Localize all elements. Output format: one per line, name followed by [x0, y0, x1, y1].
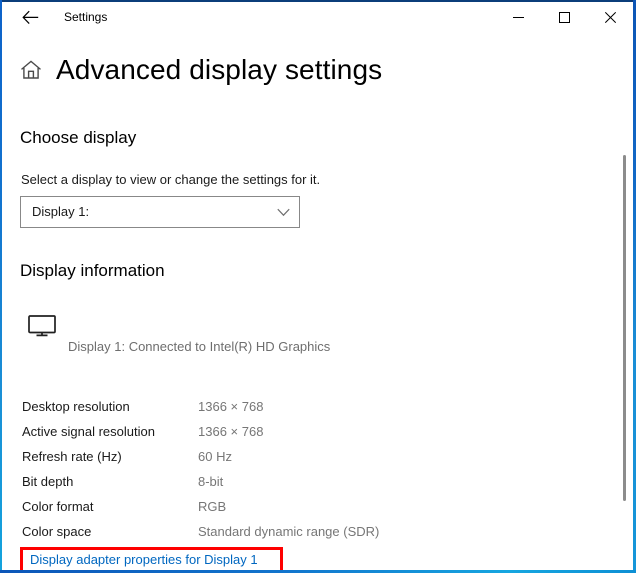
- minimize-icon: [512, 12, 524, 23]
- info-label: Color space: [22, 524, 92, 539]
- scrollbar-thumb[interactable]: [623, 155, 626, 501]
- home-icon[interactable]: [18, 57, 44, 83]
- monitor-icon: [28, 315, 56, 342]
- display-adapter-properties-link[interactable]: Display adapter properties for Display 1: [30, 552, 258, 567]
- choose-display-heading: Choose display: [20, 128, 137, 147]
- table-row: Color space Standard dynamic range (SDR): [22, 519, 452, 544]
- page-header: Advanced display settings: [18, 54, 382, 86]
- info-value: RGB: [198, 499, 227, 514]
- page-title: Advanced display settings: [56, 54, 383, 85]
- table-row: Desktop resolution 1366 × 768: [22, 394, 452, 419]
- info-value: 1366 × 768: [198, 424, 264, 439]
- title-bar: Settings: [2, 2, 633, 33]
- table-row: Bit depth 8-bit: [22, 469, 452, 494]
- display-connection-caption: Display 1: Connected to Intel(R) HD Grap…: [68, 339, 331, 354]
- choose-display-helper-text: Select a display to view or change the s…: [21, 172, 321, 187]
- display-information-table: Desktop resolution 1366 × 768 Active sig…: [22, 394, 452, 544]
- table-row: Refresh rate (Hz) 60 Hz: [22, 444, 452, 469]
- vertical-scrollbar[interactable]: [617, 33, 633, 570]
- info-value: 8-bit: [198, 474, 224, 489]
- info-label: Bit depth: [22, 474, 74, 489]
- close-button[interactable]: [587, 2, 633, 33]
- maximize-icon: [558, 12, 570, 23]
- back-button[interactable]: [14, 2, 46, 33]
- settings-content: Advanced display settings Choose display…: [2, 33, 633, 570]
- table-row: Color format RGB: [22, 494, 452, 519]
- info-label: Refresh rate (Hz): [22, 449, 122, 464]
- display-select-dropdown[interactable]: Display 1:: [20, 196, 300, 228]
- info-label: Active signal resolution: [22, 424, 155, 439]
- info-label: Desktop resolution: [22, 399, 130, 414]
- table-row: Active signal resolution 1366 × 768: [22, 419, 452, 444]
- settings-window: Settings Advanced display settings Choos…: [0, 0, 636, 573]
- display-information-heading: Display information: [20, 261, 165, 280]
- close-icon: [604, 12, 616, 23]
- minimize-button[interactable]: [495, 2, 541, 33]
- window-controls: [495, 2, 633, 33]
- info-value: Standard dynamic range (SDR): [198, 524, 380, 539]
- maximize-button[interactable]: [541, 2, 587, 33]
- window-title: Settings: [64, 10, 108, 24]
- info-label: Color format: [22, 499, 94, 514]
- chevron-down-icon: [277, 197, 290, 227]
- back-arrow-icon: [21, 10, 39, 25]
- display-connection-row: Display 1: Connected to Intel(R) HD Grap…: [28, 315, 448, 355]
- display-select-value: Display 1:: [32, 204, 90, 219]
- info-value: 60 Hz: [198, 449, 232, 464]
- info-value: 1366 × 768: [198, 399, 264, 414]
